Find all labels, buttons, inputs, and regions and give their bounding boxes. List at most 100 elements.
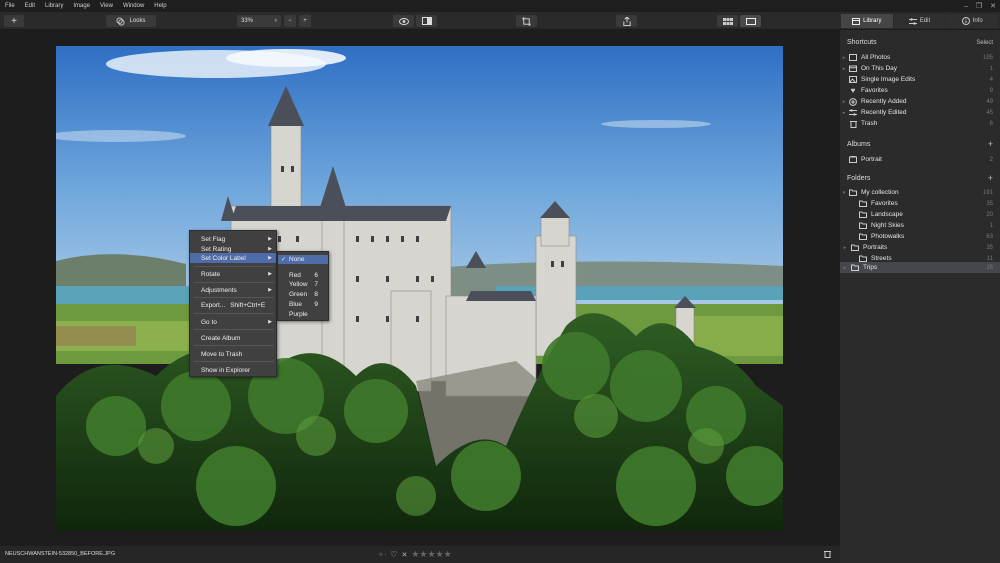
folder-photowalks[interactable]: Photowalks 63 <box>840 231 1000 242</box>
looks-button[interactable]: Looks <box>106 15 156 27</box>
submenu-arrow-icon: ▶ <box>268 246 272 252</box>
compare-icon <box>421 17 432 25</box>
tab-library[interactable]: Library <box>841 14 893 28</box>
zoom-select[interactable]: 33% ▾ <box>237 15 281 27</box>
tab-info[interactable]: Info <box>946 14 999 28</box>
shortcut-label: All Photos <box>861 54 891 61</box>
calendar-icon <box>848 65 858 72</box>
minimize-icon[interactable]: – <box>964 3 968 10</box>
color-option-red[interactable]: Red 6 <box>278 271 328 280</box>
tab-edit[interactable]: Edit <box>893 14 946 28</box>
restore-icon[interactable]: ❐ <box>976 2 982 10</box>
folder-count: 63 <box>986 233 993 240</box>
color-option-label: Green <box>289 291 308 298</box>
chevron-right-icon[interactable]: ▸ <box>840 110 848 116</box>
menu-file[interactable]: File <box>0 3 20 9</box>
tab-info-label: Info <box>972 18 983 24</box>
shortcut-single-image-edits[interactable]: Single Image Edits 4 <box>840 74 1000 85</box>
menu-item-label: Set Flag <box>201 235 226 243</box>
zoom-in-button[interactable]: + <box>299 15 311 27</box>
star-rating[interactable]: ★★★★★ <box>411 549 451 560</box>
folder-label: Favorites <box>871 200 898 207</box>
shortcut-favorites[interactable]: ♥ Favorites 9 <box>840 85 1000 96</box>
folder-my-collection[interactable]: ▾ My collection 191 <box>840 187 1000 198</box>
album-portrait[interactable]: Portrait 2 <box>840 154 1000 165</box>
folder-favorites[interactable]: Favorites 35 <box>840 198 1000 209</box>
submenu-arrow-icon: ▶ <box>268 236 272 242</box>
menu-separator <box>194 329 274 330</box>
share-button[interactable] <box>616 15 637 27</box>
menu-help[interactable]: Help <box>149 3 171 9</box>
shortcut-on-this-day[interactable]: ▸ On This Day 1 <box>840 63 1000 74</box>
heart-icon[interactable]: ♡ <box>390 550 397 559</box>
shortcut-count: 9 <box>989 87 993 94</box>
menu-library[interactable]: Library <box>40 3 68 9</box>
add-button[interactable]: + <box>4 15 24 27</box>
folder-night-skies[interactable]: Night Skies 1 <box>840 220 1000 231</box>
menu-item-label: Create Album <box>201 334 241 342</box>
add-folder-button[interactable]: + <box>988 173 993 183</box>
menu-item-move-to-trash[interactable]: Move to Trash <box>190 349 276 359</box>
compare-button[interactable] <box>416 15 437 27</box>
preview-button[interactable] <box>393 15 414 27</box>
menu-item-set-color-label[interactable]: Set Color Label ▶ <box>190 253 276 263</box>
folder-icon <box>858 222 868 229</box>
color-option-shortcut: 7 <box>314 281 318 288</box>
folder-landscape[interactable]: Landscape 20 <box>840 209 1000 220</box>
shortcut-recently-edited[interactable]: ▸ Recently Edited 45 <box>840 107 1000 118</box>
close-icon[interactable]: ✕ <box>990 2 996 10</box>
zoom-out-button[interactable]: − <box>284 15 296 27</box>
folders-title: Folders <box>847 175 871 182</box>
folder-trips[interactable]: ▸ Trips 26 <box>840 262 1000 273</box>
flag-indicator[interactable]: ○ · <box>379 552 386 558</box>
folder-label: My collection <box>861 189 899 196</box>
castle-photo[interactable] <box>56 46 783 531</box>
toolbar: + Looks 33% ▾ − + Library Edit Info <box>0 12 1000 30</box>
folder-portraits[interactable]: ▸ Portraits 35 <box>840 242 1000 253</box>
add-album-button[interactable]: + <box>988 139 993 149</box>
menu-item-set-flag[interactable]: Set Flag ▶ <box>190 234 276 244</box>
color-label-submenu: ✓ None Red 6 Yellow 7 Green 8 Blue 9 Pur… <box>277 251 329 321</box>
reject-icon[interactable]: ✕ <box>401 551 407 559</box>
trash-button[interactable] <box>824 550 831 560</box>
color-option-blue[interactable]: Blue 9 <box>278 300 328 309</box>
chevron-down-icon: ▾ <box>274 18 277 24</box>
menu-separator <box>194 266 274 267</box>
grid-view-button[interactable] <box>717 15 738 27</box>
color-option-none[interactable]: ✓ None <box>278 255 328 264</box>
color-option-purple[interactable]: Purple <box>278 310 328 319</box>
chevron-right-icon[interactable]: ▸ <box>840 99 848 105</box>
shortcut-all-photos[interactable]: ▸ All Photos 195 <box>840 52 1000 63</box>
menu-item-rotate[interactable]: Rotate ▶ <box>190 269 276 279</box>
folder-icon <box>858 233 868 240</box>
menu-view[interactable]: View <box>95 3 118 9</box>
menu-item-show-in-explorer[interactable]: Show in Explorer <box>190 365 276 375</box>
chevron-right-icon[interactable]: ▸ <box>840 55 848 61</box>
color-option-yellow[interactable]: Yellow 7 <box>278 280 328 289</box>
shortcut-trash[interactable]: Trash 6 <box>840 118 1000 129</box>
shortcut-recently-added[interactable]: ▸ Recently Added 49 <box>840 96 1000 107</box>
shortcut-count: 45 <box>986 109 993 116</box>
single-view-button[interactable] <box>740 15 761 27</box>
crop-button[interactable] <box>516 15 537 27</box>
menu-item-export[interactable]: Export... Shift+Ctrl+E <box>190 300 276 310</box>
folder-count: 20 <box>986 211 993 218</box>
library-icon <box>852 17 861 25</box>
menu-item-adjustments[interactable]: Adjustments ▶ <box>190 285 276 295</box>
chevron-down-icon[interactable]: ▾ <box>840 190 848 196</box>
menu-edit[interactable]: Edit <box>20 3 40 9</box>
panel-tabs: Library Edit Info <box>841 14 999 28</box>
folder-label: Streets <box>871 255 892 262</box>
menu-item-go-to[interactable]: Go to ▶ <box>190 317 276 327</box>
folder-label: Landscape <box>871 211 903 218</box>
recent-added-icon <box>848 97 858 106</box>
chevron-right-icon[interactable]: ▸ <box>841 265 849 271</box>
grid-icon <box>722 17 733 25</box>
chevron-right-icon[interactable]: ▸ <box>840 66 848 72</box>
chevron-right-icon[interactable]: ▸ <box>841 245 849 251</box>
color-option-green[interactable]: Green 8 <box>278 290 328 299</box>
select-link[interactable]: Select <box>976 40 993 46</box>
menu-item-create-album[interactable]: Create Album <box>190 333 276 343</box>
menu-image[interactable]: Image <box>68 3 95 9</box>
menu-window[interactable]: Window <box>118 3 149 9</box>
